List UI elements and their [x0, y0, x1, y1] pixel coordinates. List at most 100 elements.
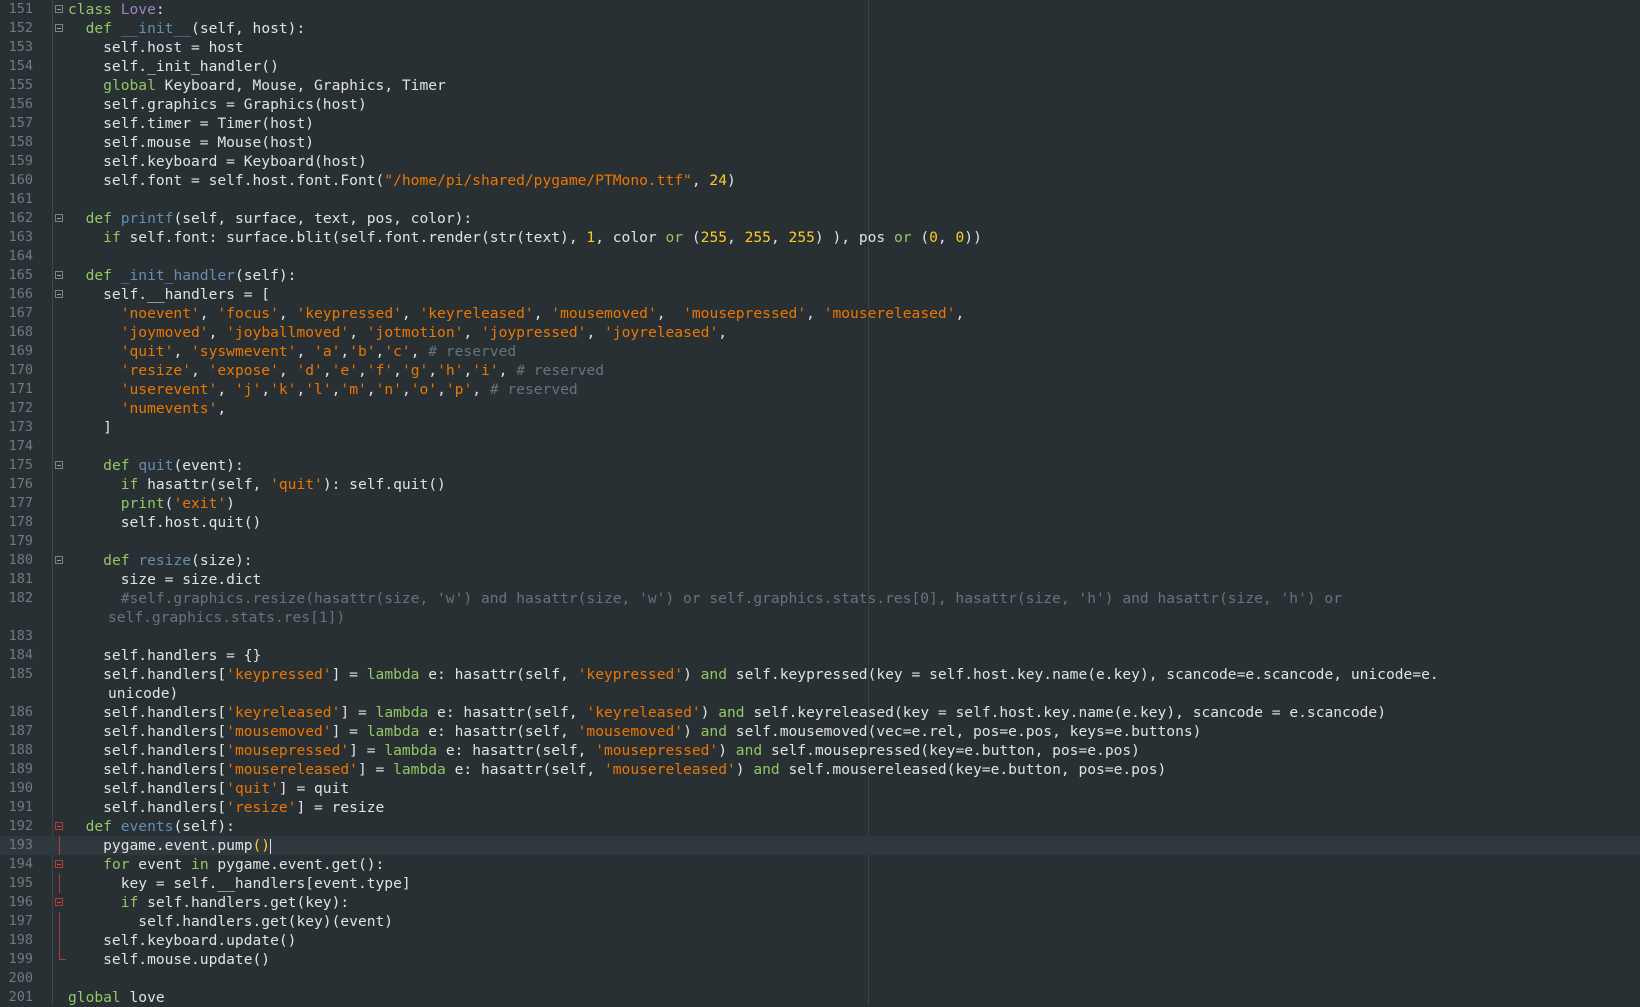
- code-line[interactable]: 180 def resize(size):: [0, 551, 1640, 570]
- code-line[interactable]: 201 global love: [0, 988, 1640, 1007]
- code-line[interactable]: 153 self.host = host: [0, 38, 1640, 57]
- code-text: self._init_handler(): [68, 57, 279, 76]
- code-token: , color: [595, 229, 666, 246]
- code-line[interactable]: 164: [0, 247, 1640, 266]
- code-token: lambda: [366, 666, 420, 683]
- code-token: 'quit': [270, 476, 323, 493]
- fold-toggle-icon[interactable]: [55, 898, 63, 906]
- code-token: ] =: [340, 704, 376, 721]
- code-line[interactable]: 157 self.timer = Timer(host): [0, 114, 1640, 133]
- fold-toggle-icon[interactable]: [55, 461, 63, 469]
- code-line[interactable]: 174: [0, 437, 1640, 456]
- code-line[interactable]: 176 if hasattr(self, 'quit'): self.quit(…: [0, 475, 1640, 494]
- line-number: 177: [8, 495, 33, 511]
- fold-toggle-icon[interactable]: [55, 822, 63, 830]
- code-line[interactable]: 192 def events(self):: [0, 817, 1640, 836]
- fold-toggle-icon[interactable]: [55, 24, 63, 32]
- code-token: and: [718, 704, 745, 721]
- code-token: 'mousemoved': [551, 305, 657, 322]
- code-line[interactable]: 166 self.__handlers = [: [0, 285, 1640, 304]
- code-token: 0: [929, 229, 938, 246]
- code-token: resize: [138, 552, 192, 569]
- code-line[interactable]: 181 size = size.dict: [0, 570, 1640, 589]
- line-number: 181: [8, 571, 33, 587]
- code-line[interactable]: 158 self.mouse = Mouse(host): [0, 133, 1640, 152]
- code-line[interactable]: 183: [0, 627, 1640, 646]
- line-number: 183: [8, 628, 33, 644]
- code-line[interactable]: 196 if self.handlers.get(key):: [0, 893, 1640, 912]
- code-token: self.mouse.update(): [68, 951, 271, 968]
- code-line[interactable]: 187 self.handlers['mousemoved'] = lambda…: [0, 722, 1640, 741]
- code-line[interactable]: 193 pygame.event.pump(): [0, 836, 1640, 855]
- code-line[interactable]: 179: [0, 532, 1640, 551]
- code-token: 'n': [375, 381, 402, 398]
- code-lines[interactable]: 151 class Love: 152 def __init__(self, hos…: [0, 0, 1640, 1007]
- code-line[interactable]: 185 self.handlers['keypressed'] = lambda…: [0, 665, 1640, 703]
- fold-toggle-icon[interactable]: [55, 214, 63, 222]
- code-line[interactable]: 160 self.font = self.host.font.Font("/ho…: [0, 171, 1640, 190]
- code-line[interactable]: 177 print('exit'): [0, 494, 1640, 513]
- code-token: ,: [727, 229, 745, 246]
- code-line[interactable]: 159 self.keyboard = Keyboard(host): [0, 152, 1640, 171]
- fold-toggle-icon[interactable]: [55, 860, 63, 868]
- code-line[interactable]: 197 self.handlers.get(key)(event): [0, 912, 1640, 931]
- code-line[interactable]: 186 self.handlers['keyreleased'] = lambd…: [0, 703, 1640, 722]
- code-line[interactable]: 172 'numevents',: [0, 399, 1640, 418]
- code-line[interactable]: 200: [0, 969, 1640, 988]
- code-line[interactable]: 167 'noevent', 'focus', 'keypressed', 'k…: [0, 304, 1640, 323]
- fold-toggle-icon[interactable]: [55, 556, 63, 564]
- line-number: 161: [8, 191, 33, 207]
- code-token: _init_handler: [120, 267, 235, 284]
- code-line[interactable]: 195 key = self.__handlers[event.type]: [0, 874, 1640, 893]
- code-line[interactable]: 161: [0, 190, 1640, 209]
- code-line[interactable]: 198 self.keyboard.update(): [0, 931, 1640, 950]
- code-token: e: hasattr(self,: [419, 723, 578, 740]
- code-token: 'i': [472, 362, 499, 379]
- code-line[interactable]: 190 self.handlers['quit'] = quit: [0, 779, 1640, 798]
- code-line[interactable]: 178 self.host.quit(): [0, 513, 1640, 532]
- code-line[interactable]: 163 if self.font: surface.blit(self.font…: [0, 228, 1640, 247]
- code-line[interactable]: 165 def _init_handler(self):: [0, 266, 1640, 285]
- code-line[interactable]: 171 'userevent', 'j','k','l','m','n','o'…: [0, 380, 1640, 399]
- code-token: ,: [366, 381, 376, 398]
- code-line[interactable]: 184 self.handlers = {}: [0, 646, 1640, 665]
- code-line[interactable]: 154 self._init_handler(): [0, 57, 1640, 76]
- code-token: 'mousemoved': [226, 723, 332, 740]
- code-text: global love: [68, 988, 165, 1007]
- fold-toggle-icon[interactable]: [55, 290, 63, 298]
- code-line[interactable]: 168 'joymoved', 'joyballmoved', 'jotmoti…: [0, 323, 1640, 342]
- code-line[interactable]: 194 for event in pygame.event.get():: [0, 855, 1640, 874]
- fold-toggle-icon[interactable]: [55, 271, 63, 279]
- code-line[interactable]: 152 def __init__(self, host):: [0, 19, 1640, 38]
- code-line[interactable]: 191 self.handlers['resize'] = resize: [0, 798, 1640, 817]
- code-line[interactable]: 189 self.handlers['mousereleased'] = lam…: [0, 760, 1640, 779]
- line-number: 186: [8, 704, 33, 720]
- code-editor[interactable]: 151 class Love: 152 def __init__(self, hos…: [0, 0, 1640, 1006]
- code-line[interactable]: 155 global Keyboard, Mouse, Graphics, Ti…: [0, 76, 1640, 95]
- code-token: pygame.event.get():: [208, 856, 385, 873]
- code-text: global Keyboard, Mouse, Graphics, Timer: [68, 76, 446, 95]
- code-line[interactable]: 199 self.mouse.update(): [0, 950, 1640, 969]
- code-line[interactable]: 156 self.graphics = Graphics(host): [0, 95, 1640, 114]
- code-line[interactable]: 182 #self.graphics.resize(hasattr(size, …: [0, 589, 1640, 627]
- code-line[interactable]: 188 self.handlers['mousepressed'] = lamb…: [0, 741, 1640, 760]
- code-token: self.handlers[: [68, 666, 227, 683]
- code-text: def __init__(self, host):: [68, 19, 306, 38]
- fold-toggle-icon[interactable]: [55, 5, 63, 13]
- code-token: self.handlers[: [68, 761, 227, 778]
- code-token: )): [964, 229, 982, 246]
- code-line[interactable]: 162 def printf(self, surface, text, pos,…: [0, 209, 1640, 228]
- code-token: ,: [806, 305, 824, 322]
- code-line[interactable]: 151 class Love:: [0, 0, 1640, 19]
- code-text: self.__handlers = [: [68, 285, 270, 304]
- code-token: self.__handlers = [: [68, 286, 271, 303]
- code-line[interactable]: 170 'resize', 'expose', 'd','e','f','g',…: [0, 361, 1640, 380]
- code-line[interactable]: 175 def quit(event):: [0, 456, 1640, 475]
- code-line[interactable]: 173 ]: [0, 418, 1640, 437]
- code-line[interactable]: 169 'quit', 'syswmevent', 'a','b','c', #…: [0, 342, 1640, 361]
